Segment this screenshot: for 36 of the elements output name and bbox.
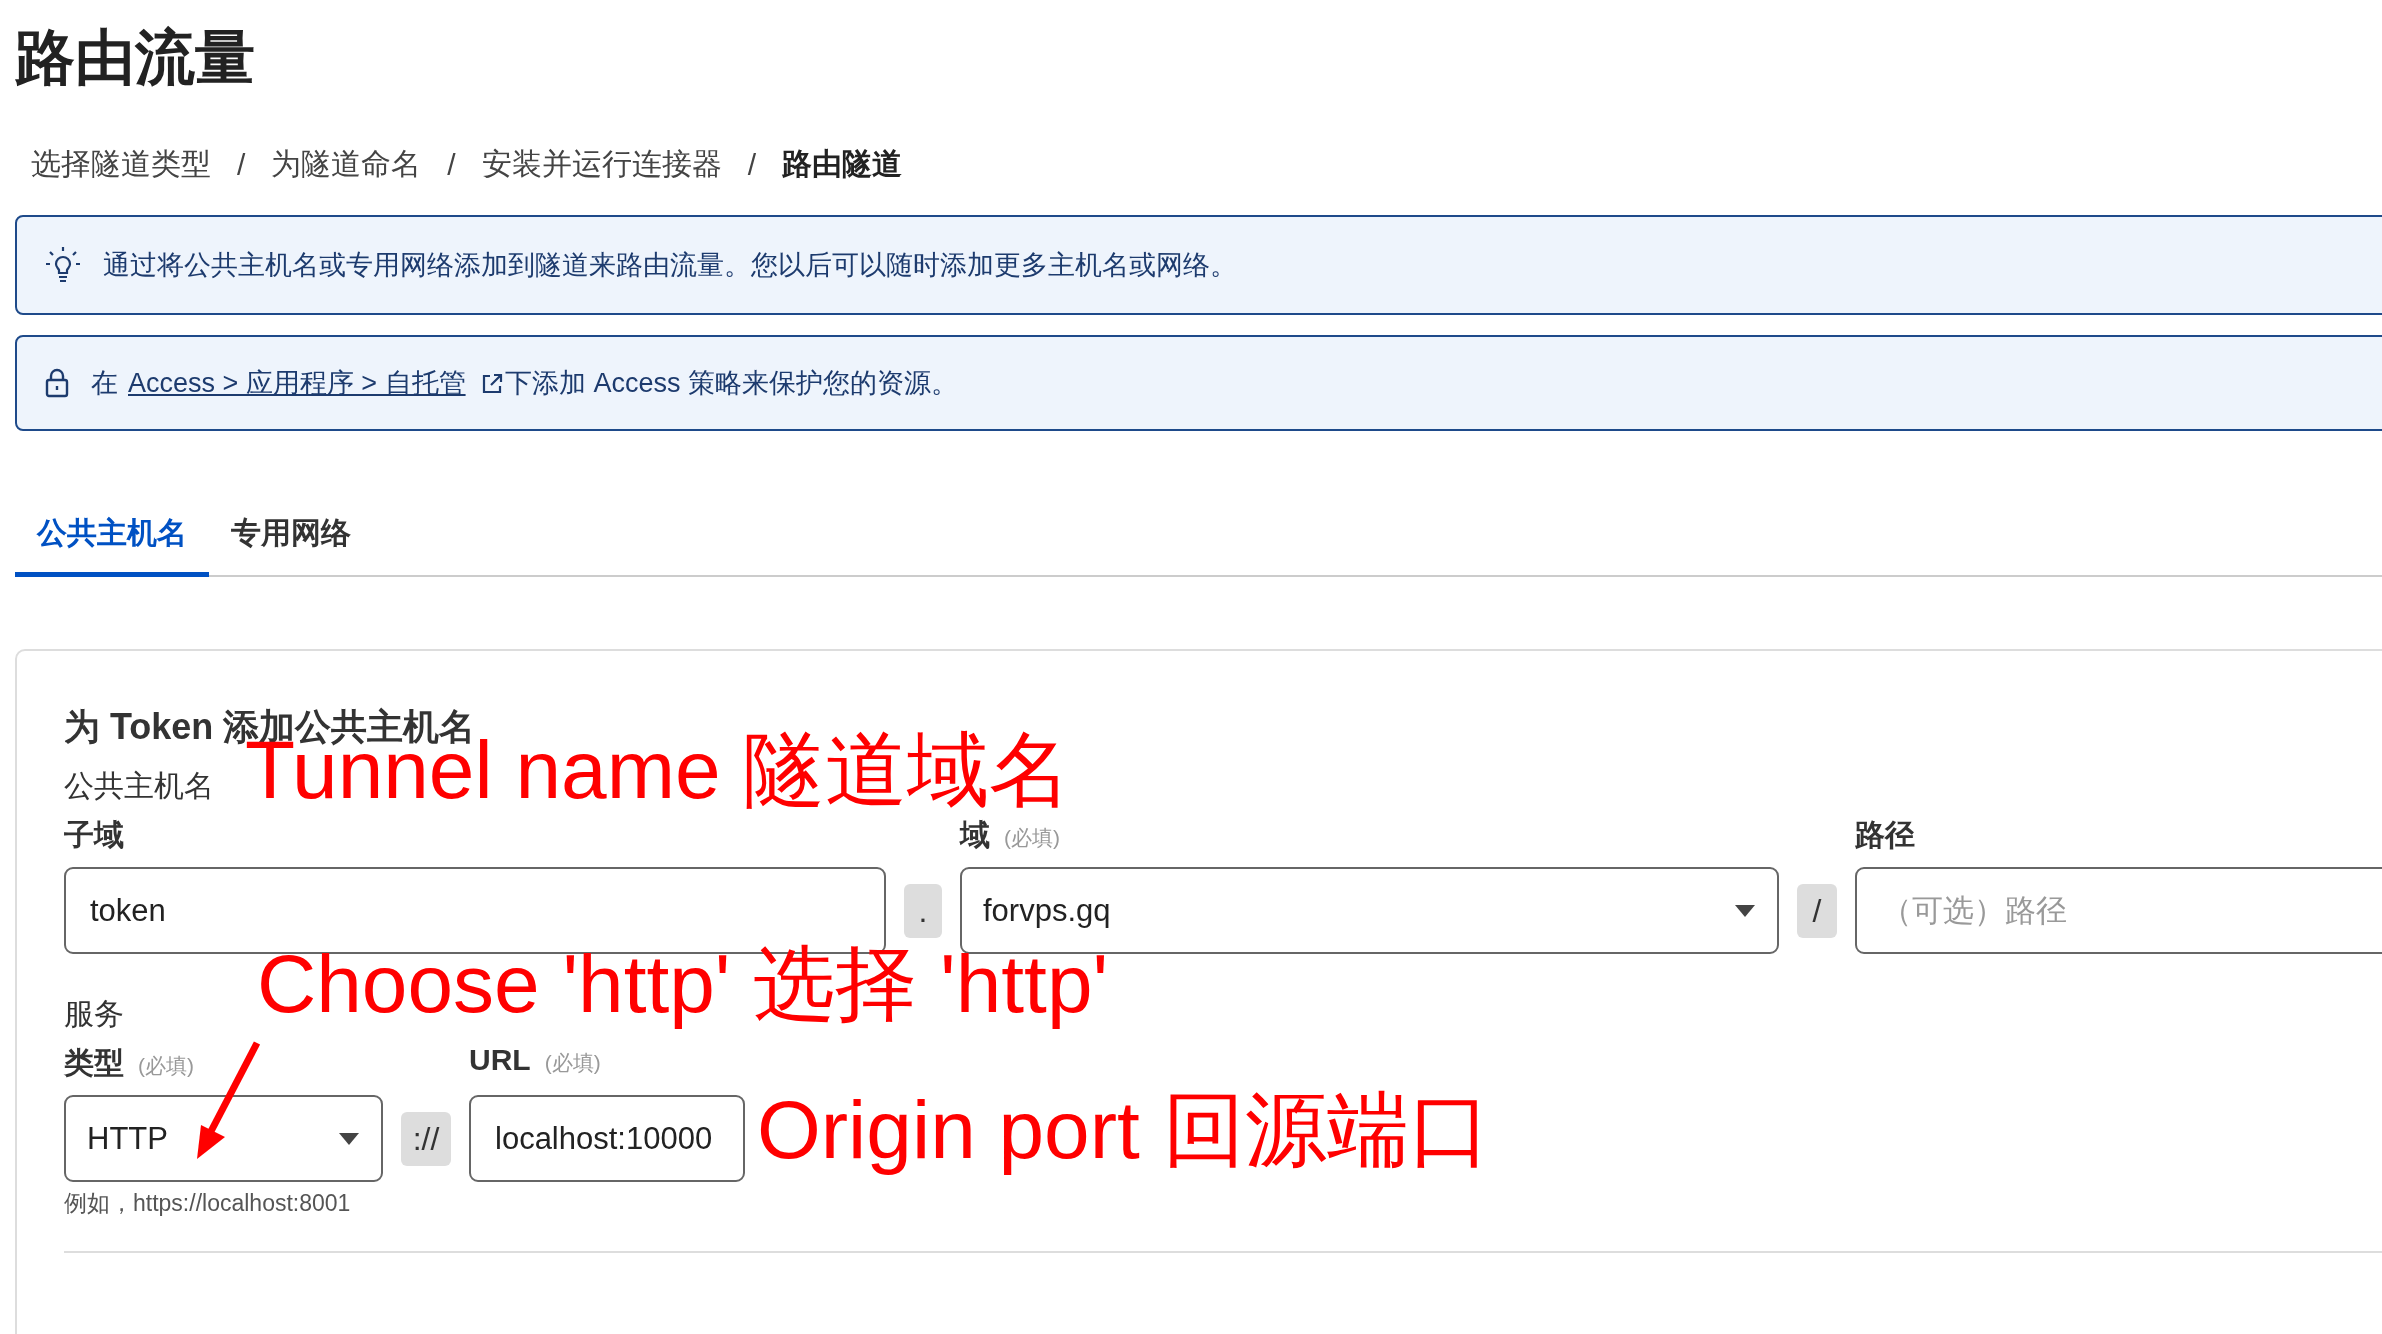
separator-label: . xyxy=(904,884,942,938)
breadcrumb-item[interactable]: 选择隧道类型 xyxy=(31,144,211,185)
breadcrumb-separator: / xyxy=(447,147,456,182)
field-label: 路径 xyxy=(1855,817,1915,853)
lightbulb-icon xyxy=(45,246,81,284)
required-note: (必填) xyxy=(1004,825,1060,851)
input-field[interactable]: （可选）路径 xyxy=(1855,867,2382,954)
banner-text: 在 Access > 应用程序 > 自托管 下添加 Access 策略来保护您的资源。 xyxy=(91,367,959,400)
breadcrumb-item[interactable]: 安装并运行连接器 xyxy=(481,144,722,185)
external-link-icon xyxy=(481,373,504,395)
caret-icon xyxy=(339,1132,359,1145)
required-note: (必填) xyxy=(138,1053,194,1079)
breadcrumb-separator: / xyxy=(747,147,757,182)
input-field[interactable]: localhost:10000 xyxy=(469,1095,745,1182)
tab[interactable]: 公共主机名 xyxy=(15,513,209,577)
breadcrumb-item[interactable]: 为隧道命名 xyxy=(271,144,422,185)
section-heading: 公共主机名 xyxy=(64,768,214,804)
helper-text: 例如，https://localhost:8001 xyxy=(64,1189,352,1218)
field-label: 类型 xyxy=(64,1045,124,1081)
breadcrumb-separator: / xyxy=(237,147,246,182)
tab[interactable]: 专用网络 xyxy=(209,513,373,577)
field-label: URL xyxy=(469,1043,531,1077)
field-label: 子域 xyxy=(64,817,124,853)
required-note: (必填) xyxy=(544,1050,601,1076)
lock-icon xyxy=(45,368,69,398)
select-field[interactable]: forvps.gq xyxy=(960,867,1779,954)
breadcrumb-item[interactable]: 路由隧道 xyxy=(782,144,903,185)
field-label: 域 xyxy=(960,817,990,853)
page-title: 路由流量 xyxy=(15,23,256,93)
separator-label: / xyxy=(1797,884,1837,938)
separator-label: :// xyxy=(401,1112,451,1166)
banner-text: 通过将公共主机名或专用网络添加到隧道来路由流量。您以后可以随时添加更多主机名或网络。 xyxy=(103,249,1237,282)
select-field[interactable]: HTTP xyxy=(64,1095,383,1182)
caret-icon xyxy=(1735,904,1755,917)
section-heading: 服务 xyxy=(64,996,124,1032)
access-link[interactable]: Access > 应用程序 > 自托管 xyxy=(128,368,466,398)
